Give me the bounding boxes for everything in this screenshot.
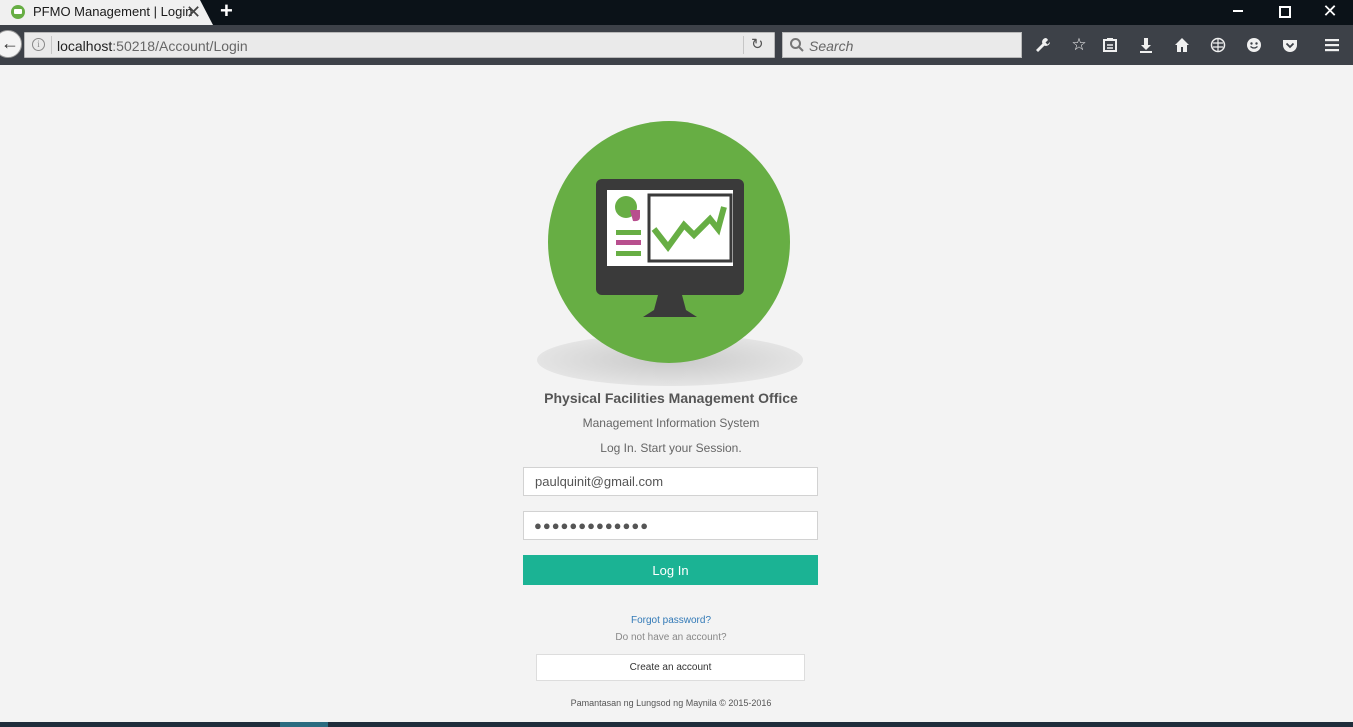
url-path: :50218/Account/Login: [112, 38, 248, 54]
minimize-button[interactable]: [1218, 0, 1258, 25]
page-subtitle: Management Information System: [582, 416, 760, 430]
close-tab-icon[interactable]: ✕: [186, 1, 201, 23]
home-icon[interactable]: [1170, 33, 1194, 57]
address-bar[interactable]: i localhost:50218/Account/Login ↻: [24, 32, 775, 58]
url-host: localhost: [57, 38, 113, 54]
login-prompt: Log In. Start your Session.: [600, 441, 742, 455]
globe-icon[interactable]: [1206, 33, 1230, 57]
download-icon[interactable]: [1134, 33, 1158, 57]
url-separator: [51, 36, 52, 54]
reload-icon[interactable]: ↻: [751, 35, 764, 53]
search-placeholder: Search: [809, 38, 854, 54]
favicon-icon: [11, 5, 25, 19]
new-tab-button[interactable]: +: [220, 0, 233, 23]
restore-button[interactable]: [1264, 0, 1304, 25]
pocket-icon[interactable]: [1278, 33, 1302, 57]
search-bar[interactable]: Search: [782, 32, 1022, 58]
search-icon: [790, 38, 804, 52]
password-field[interactable]: [523, 511, 818, 540]
reload-separator: [743, 36, 744, 54]
taskbar-strip: [0, 722, 1353, 727]
footer-copyright: Pamantasan ng Lungsod ng Maynila © 2015-…: [570, 698, 772, 708]
login-button[interactable]: Log In: [523, 555, 818, 585]
pfmo-logo: [537, 121, 803, 386]
bookmark-star-icon[interactable]: ☆: [1067, 33, 1091, 57]
tab-title: PFMO Management | Login: [33, 4, 193, 19]
wrench-icon[interactable]: [1031, 33, 1055, 57]
page-title: Physical Facilities Management Office: [544, 390, 798, 406]
email-field[interactable]: [523, 467, 818, 496]
url-text[interactable]: localhost:50218/Account/Login: [57, 38, 248, 54]
menu-icon[interactable]: [1320, 33, 1344, 57]
clipboard-icon[interactable]: [1098, 33, 1122, 57]
info-icon[interactable]: i: [32, 38, 45, 51]
browser-tab[interactable]: PFMO Management | Login ✕: [0, 0, 213, 25]
smiley-icon[interactable]: [1242, 33, 1266, 57]
no-account-text: Do not have an account?: [615, 632, 727, 643]
create-account-button[interactable]: Create an account: [536, 654, 805, 681]
navigation-bar: i localhost:50218/Account/Login ↻ Search…: [0, 25, 1353, 65]
tab-strip: PFMO Management | Login ✕ + ✕: [0, 0, 1353, 25]
back-button[interactable]: [0, 30, 22, 58]
close-window-button[interactable]: ✕: [1310, 0, 1350, 25]
forgot-password-link[interactable]: Forgot password?: [476, 615, 866, 626]
